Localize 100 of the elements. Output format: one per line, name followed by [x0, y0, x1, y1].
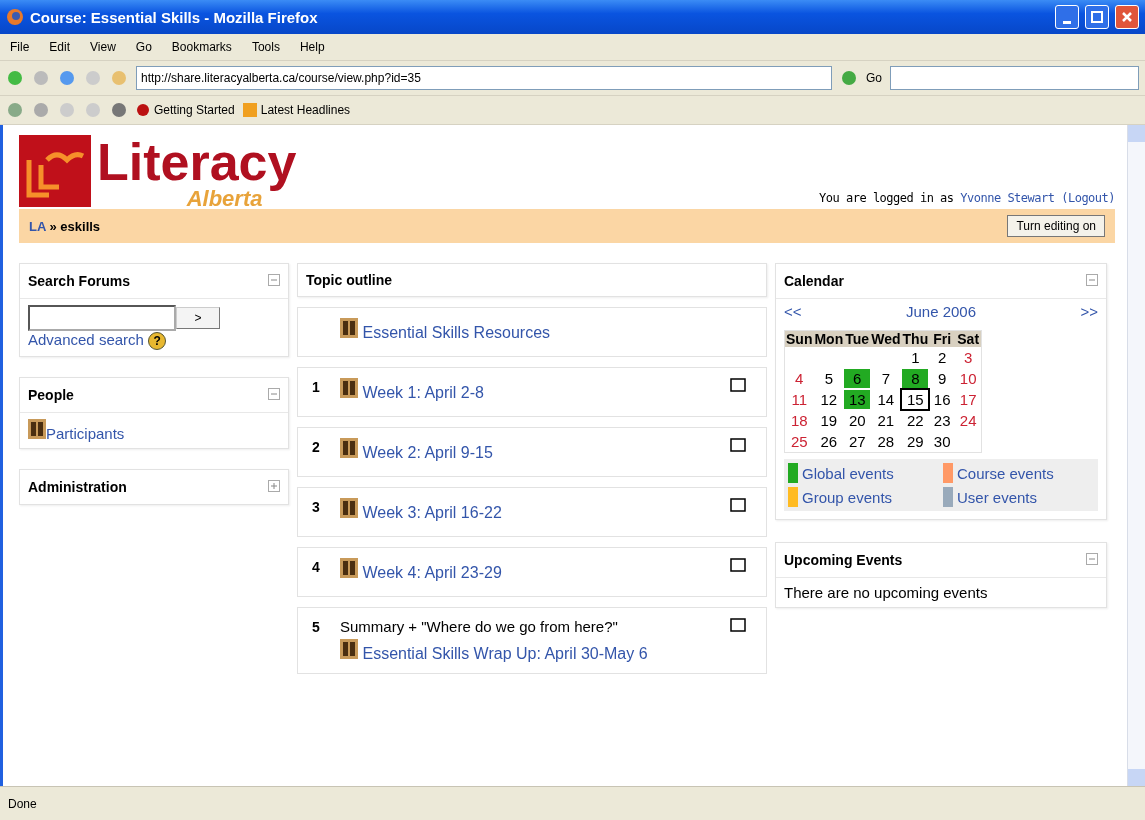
- calendar-day: 24: [955, 411, 982, 430]
- logo-subtitle: Alberta: [186, 189, 263, 209]
- round-icon: [136, 103, 150, 117]
- search-field[interactable]: [890, 66, 1139, 90]
- calendar-day: 14: [872, 390, 899, 409]
- expand-icon[interactable]: [268, 480, 280, 493]
- collapse-icon[interactable]: [268, 274, 280, 286]
- calendar-day: 17: [955, 390, 982, 409]
- course-icon: [340, 318, 358, 338]
- visibility-toggle-icon[interactable]: [730, 558, 746, 572]
- weekday-header: Mon: [813, 330, 845, 347]
- legend-link[interactable]: Global events: [802, 464, 894, 482]
- calendar-day: 18: [786, 411, 813, 430]
- search-input[interactable]: [28, 305, 176, 331]
- section-link[interactable]: Essential Skills Resources: [362, 324, 551, 341]
- calendar-day: 3: [955, 348, 982, 367]
- logo-icon: [19, 135, 91, 207]
- weekday-header: Sat: [955, 330, 982, 347]
- turn-editing-on-button[interactable]: Turn editing on: [1007, 215, 1105, 237]
- block-title: Administration: [28, 479, 127, 496]
- calendar-day[interactable]: 8: [902, 369, 929, 388]
- logout-link[interactable]: (Logout): [1061, 191, 1115, 205]
- calendar-day: 2: [929, 348, 956, 367]
- close-button[interactable]: [1115, 5, 1139, 29]
- help-icon[interactable]: ?: [148, 332, 167, 351]
- menu-item[interactable]: Help: [299, 40, 325, 54]
- menu-item[interactable]: Bookmarks: [171, 40, 232, 54]
- section-link[interactable]: Week 4: April 23-29: [362, 564, 502, 581]
- visibility-toggle-icon[interactable]: [730, 498, 746, 512]
- maximize-button[interactable]: [1085, 5, 1109, 29]
- calendar-day: 21: [872, 411, 899, 430]
- menu-item[interactable]: View: [90, 40, 116, 54]
- bookmark-link[interactable]: Latest Headlines: [242, 103, 351, 117]
- go-button[interactable]: Go: [866, 71, 882, 85]
- calendar-day: 27: [844, 432, 871, 451]
- previous-month-link[interactable]: <<: [784, 303, 802, 320]
- calendar-day: 19: [815, 411, 842, 430]
- section-link[interactable]: Essential Skills Wrap Up: April 30-May 6: [362, 645, 648, 662]
- calendar-day[interactable]: 13: [844, 390, 871, 409]
- section-link[interactable]: Week 2: April 9-15: [362, 444, 493, 461]
- course-icon: [340, 438, 358, 458]
- block-title: Topic outline: [306, 272, 393, 288]
- visibility-toggle-icon[interactable]: [730, 378, 746, 392]
- legend-link[interactable]: User events: [957, 488, 1038, 506]
- visibility-toggle-icon[interactable]: [730, 618, 746, 632]
- calendar-day: 4: [786, 369, 813, 388]
- weekday-header: Wed: [870, 330, 902, 347]
- section-summary: Summary + "Where do we go from here?": [340, 618, 619, 635]
- weekday-header: Thu: [901, 330, 930, 347]
- logo-text: Literacy: [97, 135, 297, 189]
- user-link[interactable]: Yvonne Stewart: [960, 191, 1055, 205]
- next-month-link[interactable]: >>: [1080, 303, 1098, 320]
- status-text: Done: [8, 796, 37, 811]
- section-link[interactable]: Week 1: April 2-8: [362, 384, 484, 401]
- menu-item[interactable]: File: [10, 40, 30, 54]
- calendar-day: 7: [872, 369, 899, 388]
- course-icon: [28, 419, 46, 440]
- menu-item[interactable]: Go: [135, 40, 152, 54]
- scrollbar[interactable]: [1127, 125, 1145, 786]
- calendar-day: 10: [955, 369, 982, 388]
- section-number: 4: [312, 559, 320, 575]
- section-link[interactable]: Week 3: April 16-22: [362, 504, 502, 521]
- participants-link[interactable]: Participants: [46, 425, 125, 443]
- collapse-icon[interactable]: [268, 388, 280, 401]
- address-field[interactable]: http://share.literacyalberta.ca/course/view.php?id=35: [136, 66, 832, 90]
- upcoming-events-text: There are no upcoming events: [784, 584, 988, 601]
- bookmark-link[interactable]: Getting Started: [136, 103, 235, 117]
- calendar-day: 16: [929, 390, 956, 409]
- legend-link[interactable]: Group events: [802, 488, 893, 506]
- minimize-icon: [1063, 20, 1071, 24]
- section-number: 3: [312, 499, 320, 515]
- calendar-day: 15: [902, 390, 929, 409]
- calendar-day: 23: [929, 411, 956, 430]
- legend-link[interactable]: Course events: [957, 464, 1054, 482]
- weekday-header: Sun: [784, 330, 814, 347]
- month-link[interactable]: June 2006: [905, 303, 977, 320]
- search-go-button[interactable]: >: [176, 307, 220, 329]
- visibility-toggle-icon[interactable]: [730, 438, 746, 452]
- close-icon: [1121, 11, 1133, 23]
- collapse-icon[interactable]: [1086, 553, 1098, 565]
- course-icon: [340, 498, 358, 518]
- course-icon: [340, 378, 358, 398]
- collapse-icon[interactable]: [1086, 274, 1098, 286]
- course-icon: [340, 639, 358, 659]
- calendar-day: 1: [902, 348, 929, 367]
- minimize-button[interactable]: [1055, 5, 1079, 29]
- menu-item[interactable]: Edit: [49, 40, 71, 54]
- breadcrumb-link[interactable]: LA: [29, 218, 46, 234]
- calendar-day: 20: [844, 411, 871, 430]
- block-title: Search Forums: [28, 273, 130, 289]
- advanced-search-link[interactable]: Advanced search: [28, 331, 144, 348]
- calendar-day: 9: [929, 369, 956, 388]
- firefox-logo-icon: [6, 8, 24, 26]
- calendar-day: 22: [902, 411, 929, 430]
- calendar-day: 26: [815, 432, 842, 451]
- menu-item[interactable]: Tools: [251, 40, 280, 54]
- login-info: You are logged in as Yvonne Stewart (Logout): [819, 191, 1115, 205]
- calendar-day[interactable]: 6: [844, 369, 871, 388]
- calendar-day: 30: [929, 432, 956, 451]
- block-title: Calendar: [784, 273, 844, 289]
